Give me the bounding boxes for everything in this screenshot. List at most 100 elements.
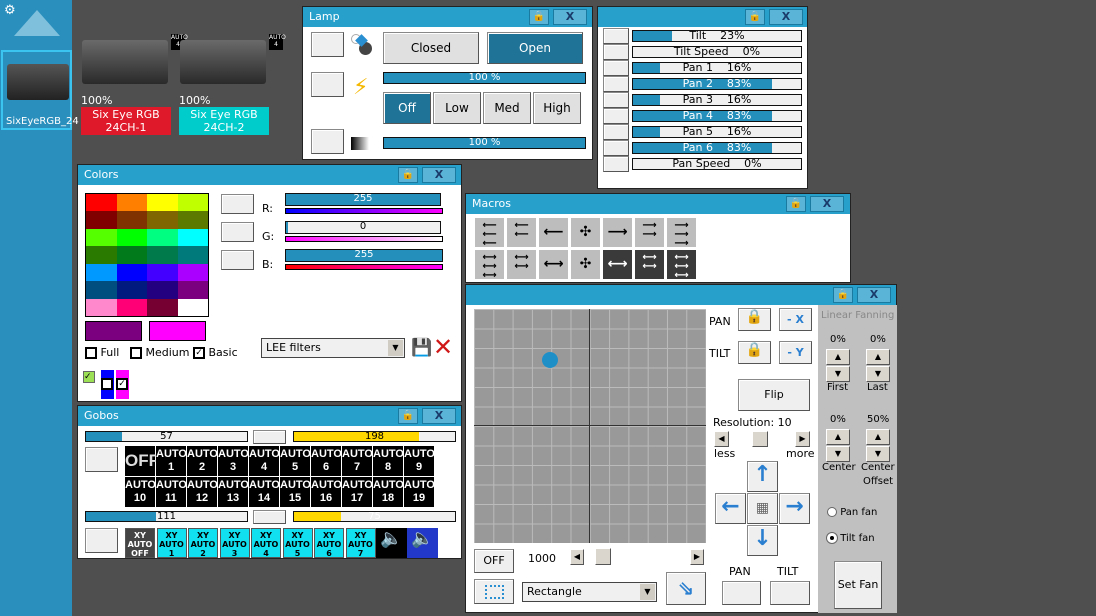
close-button[interactable]: X — [810, 196, 844, 212]
xy-auto-tile[interactable]: XY AUTO 7 — [345, 528, 376, 558]
medium-checkbox[interactable]: Medium — [130, 346, 189, 359]
lock-icon[interactable]: 🔒 — [529, 9, 549, 25]
resolution-slider-thumb[interactable] — [752, 431, 768, 447]
channel-button[interactable] — [603, 124, 629, 140]
macro-button[interactable]: ⟵ ⟵ ⟵ — [475, 218, 504, 249]
close-button[interactable]: X — [857, 287, 891, 303]
open-button[interactable]: Open — [487, 32, 583, 64]
lamp-power-button[interactable] — [311, 72, 344, 97]
last-down-button[interactable]: ▼ — [866, 366, 890, 382]
lamp-med-button[interactable]: Med — [483, 92, 531, 124]
offset-up-button[interactable]: ▲ — [866, 429, 890, 445]
scroll-up-icon[interactable] — [14, 10, 60, 36]
color-swatch[interactable] — [86, 228, 117, 247]
lock-icon[interactable]: 🔒 — [786, 196, 806, 212]
macro-button[interactable]: ⟷ ⟷ — [635, 250, 664, 279]
speed-right-arrow[interactable]: ▶ — [690, 549, 704, 565]
macro-button[interactable]: ⟷ ⟷ — [507, 250, 536, 279]
color-swatch[interactable] — [177, 194, 208, 212]
color-swatch[interactable] — [147, 281, 178, 299]
device-thumbnail[interactable]: SixEyeRGB_24 — [1, 50, 79, 130]
lock-icon[interactable]: 🔒 — [398, 408, 418, 424]
macro-button[interactable]: ⟷ — [603, 250, 632, 279]
close-button[interactable]: X — [422, 167, 456, 183]
gobo-tile[interactable]: AUTO 10 — [125, 477, 156, 507]
first-down-button[interactable]: ▼ — [826, 366, 850, 382]
lock-icon[interactable]: 🔒 — [833, 287, 853, 303]
gobo-tile[interactable]: AUTO 2 — [187, 446, 218, 476]
channel-bar[interactable]: Pan 5 16% — [632, 126, 802, 138]
xy-auto-tile[interactable]: XY AUTO 6 — [314, 528, 344, 558]
sound-active-icon[interactable]: 🔈 — [407, 528, 438, 558]
pan-lock-button[interactable]: 🔒 — [738, 308, 771, 331]
direction-button[interactable]: ⇘ — [666, 572, 706, 605]
channel-bar[interactable]: Pan 3 16% — [632, 94, 802, 106]
fixture-1[interactable]: AUTO 4 — [80, 34, 188, 92]
close-button[interactable]: X — [422, 408, 456, 424]
color-swatch[interactable] — [116, 211, 147, 229]
invert-y-button[interactable]: - Y — [779, 341, 812, 364]
center-down-button[interactable]: ▼ — [826, 446, 850, 462]
color-swatch[interactable] — [147, 194, 178, 212]
flip-button[interactable]: Flip — [738, 379, 810, 411]
speed-slider-thumb[interactable] — [595, 548, 611, 565]
gobo-rotation2-bar[interactable]: 75 — [293, 511, 456, 522]
xy-auto-tile[interactable]: XY AUTO 4 — [251, 528, 281, 558]
color-swatch[interactable] — [177, 228, 208, 247]
gobos-titlebar[interactable]: Gobos 🔒 X — [78, 406, 461, 426]
gobo-tile[interactable]: AUTO 13 — [218, 477, 249, 507]
macro-button[interactable]: ⟵ — [539, 218, 568, 247]
position-handle[interactable] — [542, 352, 558, 368]
shape-preview-button[interactable] — [474, 579, 514, 604]
color-swatch[interactable] — [86, 281, 117, 299]
lamp-low-button[interactable]: Low — [433, 92, 481, 124]
invert-x-button[interactable]: - X — [779, 308, 812, 331]
macro-button[interactable]: ✣ — [571, 218, 600, 247]
macro-button[interactable]: ✣ — [571, 250, 600, 279]
resolution-left-arrow[interactable]: ◀ — [714, 431, 729, 447]
xy-button[interactable] — [85, 528, 118, 553]
green-slider[interactable]: 0 — [285, 221, 441, 234]
macro-button[interactable]: ⟶ — [603, 218, 632, 247]
channel-bar[interactable]: Tilt Speed 0% — [632, 46, 802, 58]
color-swatch[interactable] — [116, 298, 147, 316]
pan-bottom-button[interactable] — [722, 581, 761, 605]
color-swatch[interactable] — [177, 246, 208, 264]
channel-button[interactable] — [603, 76, 629, 92]
gobo-tile[interactable]: AUTO 5 — [280, 446, 311, 476]
color-swatch[interactable] — [147, 246, 178, 264]
gobo-tile[interactable]: AUTO 4 — [249, 446, 280, 476]
channel-button[interactable] — [603, 108, 629, 124]
gobo-reset-button[interactable] — [253, 430, 286, 444]
pan-fan-radio[interactable]: Pan fan — [827, 507, 877, 518]
macro-button[interactable]: ⟵ ⟵ — [507, 218, 536, 247]
center-button[interactable]: ▦ — [747, 493, 778, 524]
xy-pad[interactable] — [474, 309, 706, 543]
lock-icon[interactable]: 🔒 — [398, 167, 418, 183]
color-swatch[interactable] — [86, 263, 117, 282]
color-swatch[interactable] — [116, 281, 147, 299]
color-swatch[interactable] — [147, 263, 178, 282]
color-toggle-checkbox[interactable]: ✓ — [83, 371, 95, 383]
magenta-channel-toggle[interactable]: ✓ — [116, 370, 129, 399]
red-slider[interactable]: 255 — [285, 193, 441, 206]
gobo-tile[interactable]: OFF — [125, 446, 159, 476]
gobo-tile[interactable]: AUTO 6 — [311, 446, 342, 476]
macros-titlebar[interactable]: Macros 🔒 X — [466, 194, 850, 214]
color-swatch[interactable] — [147, 228, 178, 247]
tilt-fan-radio[interactable]: Tilt fan — [827, 533, 875, 544]
close-button[interactable]: X — [769, 9, 803, 25]
color-swatch[interactable] — [116, 246, 147, 264]
sound-icon[interactable]: 🔈 — [376, 528, 407, 558]
color-palette[interactable] — [85, 193, 209, 317]
set-fan-button[interactable]: Set Fan — [834, 561, 882, 609]
gobo-tile[interactable]: AUTO 15 — [280, 477, 311, 507]
close-button[interactable]: X — [553, 9, 587, 25]
xy-auto-tile[interactable]: XY AUTO 3 — [219, 528, 250, 558]
macro-button[interactable]: ⟶ ⟶ — [635, 218, 664, 247]
lamp-high-button[interactable]: High — [533, 92, 581, 124]
gobo-tile[interactable]: AUTO 16 — [311, 477, 342, 507]
color-swatch[interactable] — [177, 263, 208, 282]
channel-bar[interactable]: Pan Speed 0% — [632, 158, 802, 170]
fixture-1-label[interactable]: Six Eye RGB 24CH-1 — [81, 107, 171, 135]
